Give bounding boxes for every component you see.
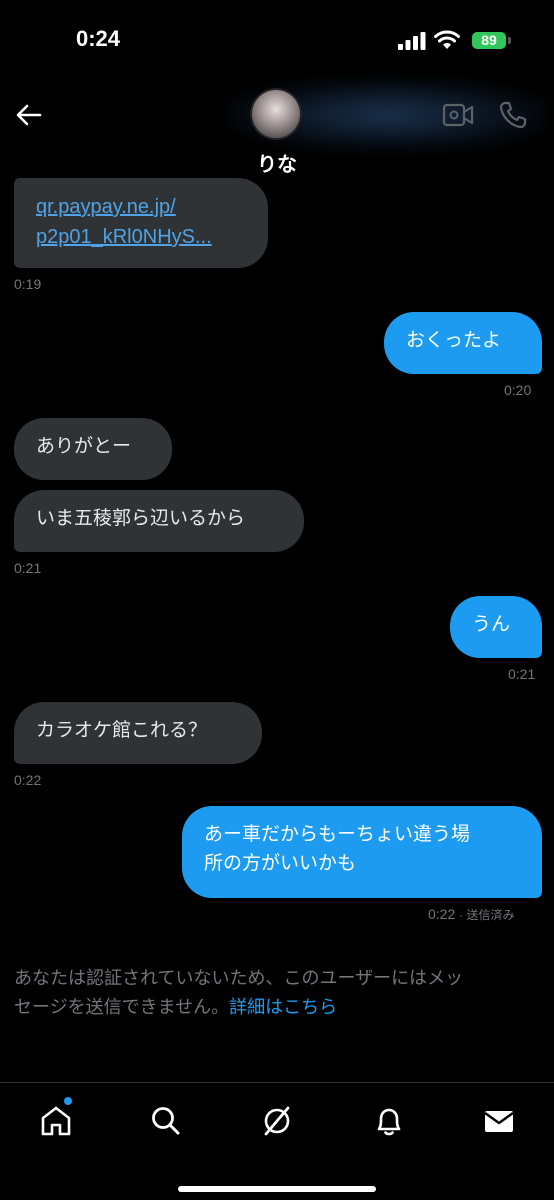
message-time: 0:21 xyxy=(508,666,536,682)
message-time: 0:22 xyxy=(14,772,42,788)
bell-icon[interactable] xyxy=(371,1103,407,1139)
message-bubble-outgoing[interactable]: あー車だからもーちょい違う場 所の方がいいかも xyxy=(182,806,542,898)
battery-level: 89 xyxy=(472,32,506,49)
message-bubble-incoming[interactable]: ありがとー xyxy=(14,418,172,480)
back-arrow-icon[interactable] xyxy=(14,100,44,130)
wifi-icon xyxy=(434,30,460,49)
home-indicator xyxy=(178,1186,376,1192)
bottom-navigation xyxy=(0,1082,554,1200)
avatar[interactable] xyxy=(250,88,302,140)
signal-icon xyxy=(398,32,426,50)
unverified-notice: あなたは認証されていないため、このユーザーにはメッ セージを送信できません。詳細… xyxy=(14,964,544,1022)
conversation-header: りな xyxy=(0,80,554,186)
paypay-link-cont[interactable]: p2p01_kRl0NHyS... xyxy=(36,222,246,252)
message-time: 0:19 xyxy=(14,276,42,292)
video-call-icon[interactable] xyxy=(442,102,474,128)
search-icon[interactable] xyxy=(148,1103,184,1139)
message-bubble-outgoing[interactable]: うん xyxy=(450,596,542,658)
message-text: あー車だからもーちょい違う場 xyxy=(204,823,471,845)
message-time-value: 0:22 xyxy=(428,906,456,922)
message-bubble-incoming[interactable]: qr.paypay.ne.jp/ p2p01_kRl0NHyS... xyxy=(14,178,268,268)
notice-text: セージを送信できません。詳細はこちら xyxy=(14,997,338,1018)
message-time: 0:22 · 送信済み xyxy=(428,906,514,923)
battery-icon: 89 xyxy=(470,30,511,51)
message-bubble-outgoing[interactable]: おくったよ xyxy=(384,312,542,374)
message-text: 所の方がいいかも xyxy=(204,852,357,874)
home-icon[interactable] xyxy=(38,1103,74,1139)
learn-more-link[interactable]: 詳細はこちら xyxy=(229,997,337,1018)
paypay-link[interactable]: qr.paypay.ne.jp/ xyxy=(36,192,246,222)
grok-icon[interactable] xyxy=(259,1103,295,1139)
status-bar: 0:24 89 xyxy=(0,0,554,80)
message-time: 0:21 xyxy=(14,560,42,576)
notice-text: あなたは認証されていないため、このユーザーにはメッ xyxy=(14,968,464,989)
message-bubble-incoming[interactable]: いま五稜郭ら辺いるから xyxy=(14,490,304,552)
message-bubble-incoming[interactable]: カラオケ館これる？ xyxy=(14,702,262,764)
contact-name[interactable]: りな xyxy=(0,148,554,177)
home-notification-dot xyxy=(64,1097,72,1105)
status-time: 0:24 xyxy=(76,26,121,51)
message-time: 0:20 xyxy=(504,382,532,398)
message-status: · 送信済み xyxy=(459,908,515,922)
phone-icon[interactable] xyxy=(498,100,528,130)
mail-icon[interactable] xyxy=(481,1103,517,1139)
